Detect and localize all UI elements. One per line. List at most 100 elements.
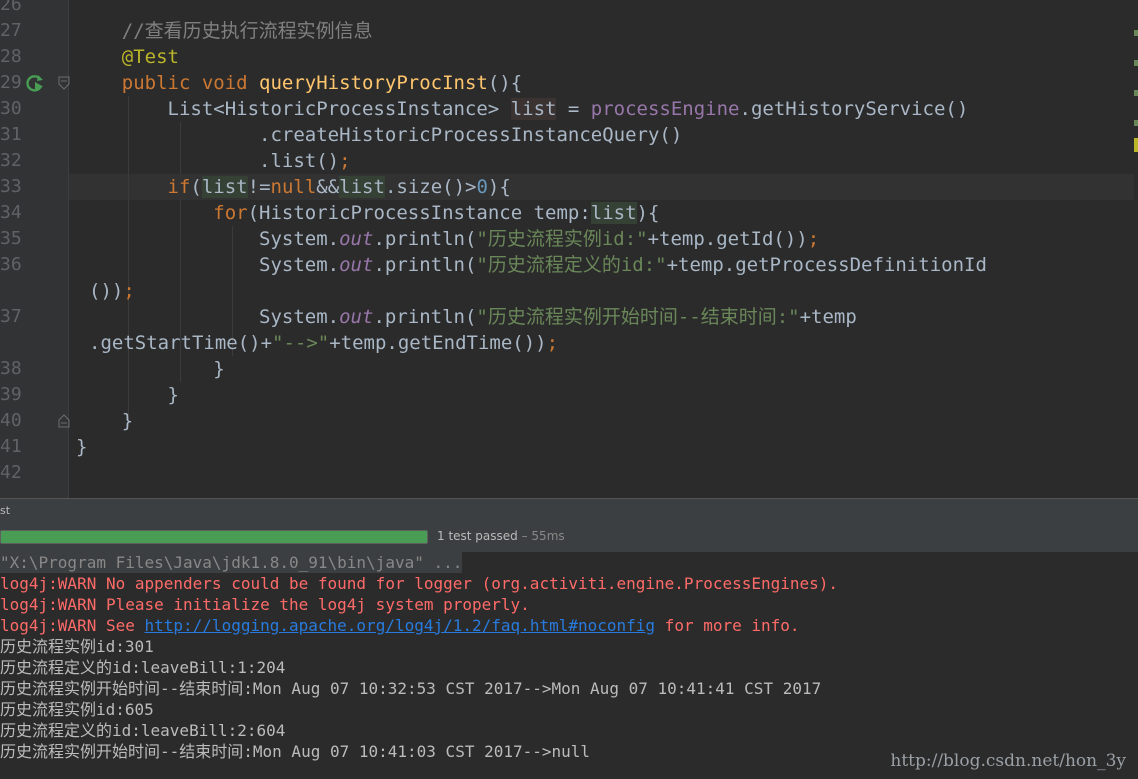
code-token: System.	[259, 306, 340, 328]
code-token: .createHistoricProcessInstanceQuery()	[259, 124, 683, 146]
code-keyword: null	[270, 176, 317, 198]
run-tab-label[interactable]: st	[0, 504, 10, 517]
scroll-marker	[1134, 90, 1138, 96]
line-number: 26	[0, 0, 22, 15]
line-number: 40	[0, 410, 22, 431]
code-brace: }	[167, 384, 179, 406]
run-tool-window-header: st	[0, 498, 1138, 523]
code-keyword: public void	[121, 72, 260, 94]
code-static-field: out	[339, 254, 374, 276]
line-number: 33	[0, 176, 22, 197]
fold-icon[interactable]	[58, 76, 70, 90]
code-number: 0	[476, 176, 488, 198]
code-token: &&	[316, 176, 340, 198]
code-variable: list	[201, 176, 248, 198]
line-number: 30	[0, 98, 22, 119]
code-string: "历史流程定义的id:"	[476, 254, 667, 276]
code-brace: }	[76, 436, 88, 458]
code-token: .println(	[373, 228, 477, 250]
code-token: !=	[247, 176, 271, 198]
line-number: 42	[0, 462, 22, 483]
code-token: ){	[636, 202, 660, 224]
code-static-field: out	[339, 306, 374, 328]
console-output-line: 历史流程实例开始时间--结束时间:Mon Aug 07 10:32:53 CST…	[0, 679, 822, 698]
test-results-bar: 1 test passed – 55ms	[0, 522, 1138, 553]
code-line-35[interactable]: System.out.println("历史流程实例id:"+temp.getI…	[76, 226, 819, 252]
line-number: 35	[0, 228, 22, 249]
code-line-36-wrap[interactable]: ());	[89, 278, 135, 304]
code-semicolon: ;	[807, 228, 820, 250]
code-token: (	[190, 176, 202, 198]
line-number: 38	[0, 358, 22, 379]
code-variable: list	[510, 98, 557, 120]
code-token: .println(	[373, 254, 477, 276]
code-line-40[interactable]: }	[76, 408, 133, 434]
code-line-37-wrap[interactable]: .getStartTime()+"-->"+temp.getEndTime())…	[89, 330, 558, 356]
code-token: (){	[487, 72, 523, 94]
console-output-line: 历史流程定义的id:leaveBill:2:604	[0, 721, 286, 740]
code-token: ){	[487, 176, 511, 198]
run-test-icon[interactable]	[24, 73, 46, 93]
console-text: for more info.	[655, 616, 800, 635]
code-token: +temp	[799, 306, 857, 328]
code-token: (HistoricProcessInstance temp:	[247, 202, 591, 224]
code-line-27[interactable]: //查看历史执行流程实例信息	[76, 18, 373, 44]
code-line-38[interactable]: }	[76, 356, 224, 382]
test-status: 1 test passed – 55ms	[437, 529, 565, 543]
code-semicolon: ;	[546, 332, 559, 354]
code-variable: list	[339, 176, 385, 198]
console-warn-line: log4j:WARN See http://logging.apache.org…	[0, 615, 800, 636]
code-token: +temp.getEndTime())	[329, 332, 547, 354]
line-number: 28	[0, 46, 22, 67]
line-number: 37	[0, 306, 22, 327]
code-line-28[interactable]: @Test	[76, 44, 179, 70]
code-token: .getHistoryService()	[739, 98, 969, 120]
code-token: .println(	[373, 306, 477, 328]
test-time: – 55ms	[517, 529, 565, 543]
code-string: "历史流程实例开始时间--结束时间:"	[476, 306, 800, 328]
code-editor[interactable]: 26 27 28 29 30 31 32 33 34 35 36 37 38 39 40 41 42 //查看历…	[0, 0, 1138, 498]
console-output-line: 历史流程实例id:605	[0, 700, 154, 719]
code-keyword: if	[167, 176, 191, 198]
fold-icon[interactable]	[58, 414, 70, 428]
console-text: log4j:WARN See	[0, 616, 145, 635]
code-token: +temp.getProcessDefinitionId	[666, 254, 987, 276]
code-string: "-->"	[272, 332, 330, 354]
code-token: .list()	[259, 150, 340, 172]
console-output-line: 历史流程定义的id:leaveBill:1:204	[0, 658, 286, 677]
method-name: queryHistoryProcInst	[259, 72, 488, 94]
code-line-39[interactable]: }	[76, 382, 179, 408]
code-line-29[interactable]: public void queryHistoryProcInst(){	[76, 70, 522, 96]
code-line-30[interactable]: List<HistoricProcessInstance> list = pro…	[76, 96, 968, 122]
line-number: 34	[0, 202, 22, 223]
code-line-32[interactable]: .list();	[76, 148, 351, 174]
editor-scrollbar[interactable]	[1134, 0, 1138, 498]
scroll-marker	[1134, 30, 1138, 36]
code-line-33[interactable]: if(list!=null&&list.size()>0){	[76, 174, 511, 200]
code-line-37[interactable]: System.out.println("历史流程实例开始时间--结束时间:"+t…	[76, 304, 857, 330]
code-line-34[interactable]: for(HistoricProcessInstance temp:list){	[76, 200, 659, 226]
line-number: 36	[0, 254, 22, 275]
log4j-faq-link[interactable]: http://logging.apache.org/log4j/1.2/faq.…	[145, 616, 656, 635]
console-output-line: 历史流程实例开始时间--结束时间:Mon Aug 07 10:41:03 CST…	[0, 742, 591, 761]
code-token: =	[556, 98, 591, 120]
console-output[interactable]: "X:\Program Files\Java\jdk1.8.0_91\bin\j…	[0, 552, 1138, 779]
code-annotation: @Test	[121, 46, 179, 68]
code-semicolon: ;	[339, 150, 351, 172]
line-number: 31	[0, 124, 22, 145]
line-number: 39	[0, 384, 22, 405]
code-line-31[interactable]: .createHistoricProcessInstanceQuery()	[76, 122, 682, 148]
code-token: System.	[259, 228, 340, 250]
code-line-41[interactable]: }	[76, 434, 87, 460]
code-token: ())	[89, 280, 124, 302]
code-token: System.	[259, 254, 340, 276]
code-token: List<HistoricProcessInstance>	[167, 98, 511, 120]
console-command-line: "X:\Program Files\Java\jdk1.8.0_91\bin\j…	[0, 552, 463, 573]
code-field: processEngine	[590, 98, 740, 120]
line-number: 41	[0, 436, 22, 457]
code-line-36[interactable]: System.out.println("历史流程定义的id:"+temp.get…	[76, 252, 987, 278]
code-token: .size()>	[384, 176, 477, 198]
code-static-field: out	[339, 228, 374, 250]
scroll-marker	[1134, 138, 1138, 152]
scroll-marker	[1134, 120, 1138, 126]
